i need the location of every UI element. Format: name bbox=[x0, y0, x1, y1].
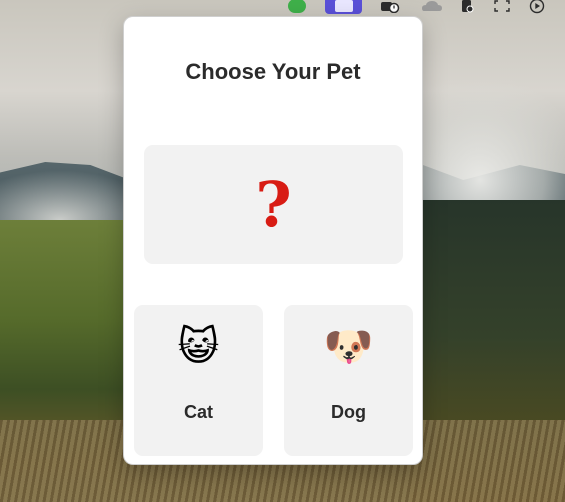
dog-choice-button[interactable]: 🐶 Dog bbox=[284, 305, 413, 456]
cat-choice-label: Cat bbox=[183, 402, 213, 422]
dog-choice-label: Dog bbox=[331, 402, 366, 422]
clipboard-icon[interactable] bbox=[459, 0, 475, 14]
active-app-icon[interactable] bbox=[325, 0, 362, 14]
menu-bar bbox=[0, 0, 565, 16]
result-display: ? bbox=[144, 145, 403, 264]
page-title: Choose Your Pet bbox=[185, 59, 361, 84]
cat-choice-button[interactable]: 😺 Cat bbox=[134, 305, 263, 456]
question-mark-icon: ? bbox=[255, 167, 292, 241]
play-icon[interactable] bbox=[528, 0, 546, 14]
camera-status-icon[interactable] bbox=[380, 0, 400, 14]
dog-face-icon: 🐶 bbox=[323, 325, 374, 369]
cloud-icon[interactable] bbox=[421, 0, 443, 14]
green-status-icon[interactable] bbox=[287, 0, 307, 14]
screenshot-icon[interactable] bbox=[493, 0, 511, 14]
cat-face-icon: 😺 bbox=[177, 325, 220, 369]
pet-chooser-popover: Choose Your Pet ? 😺 Cat 🐶 Dog bbox=[123, 16, 423, 465]
